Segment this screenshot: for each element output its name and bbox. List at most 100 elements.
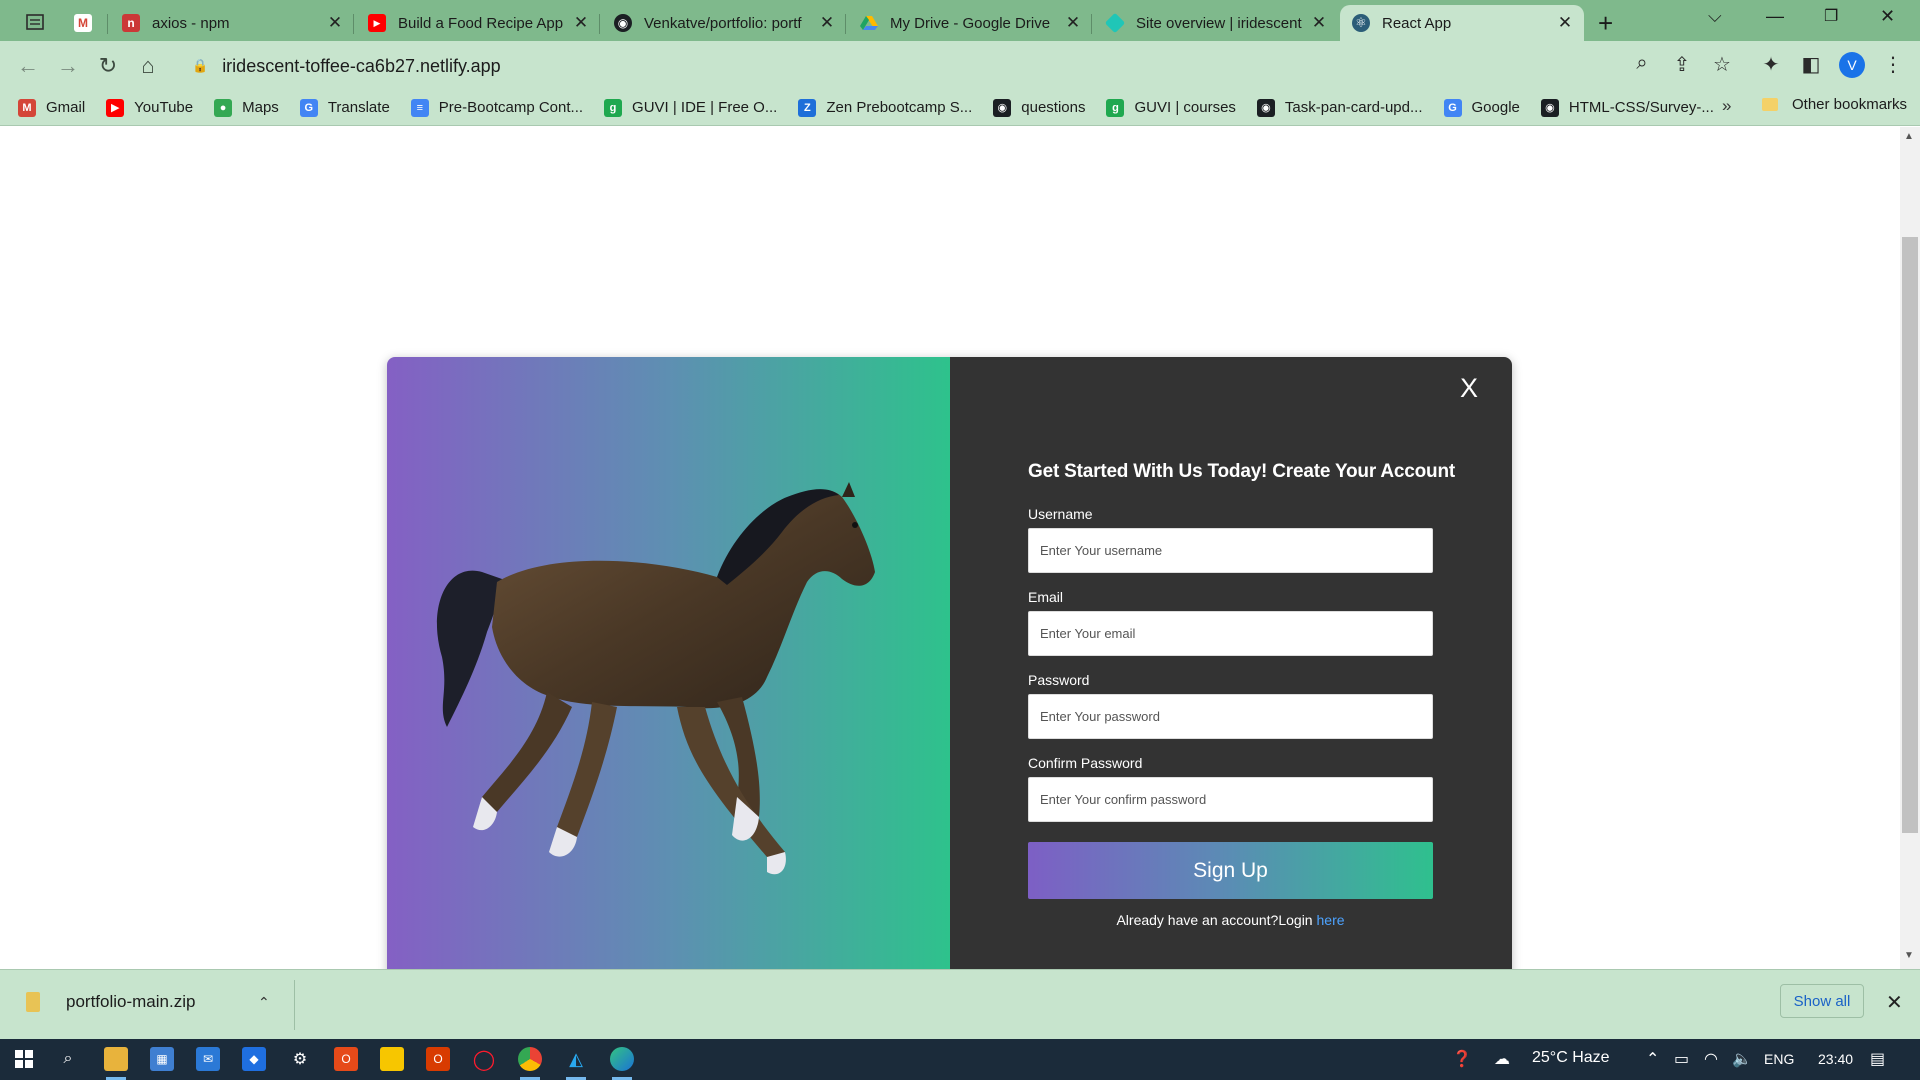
language-indicator[interactable]: ENG: [1764, 1051, 1794, 1067]
tab-search-icon[interactable]: [18, 9, 52, 35]
zoom-icon[interactable]: ⌕: [1629, 52, 1655, 75]
bookmark-item[interactable]: ≡ Pre-Bootcamp Cont...: [410, 98, 583, 117]
github-icon: ◉: [1540, 98, 1559, 117]
mail-icon[interactable]: ✉: [196, 1047, 220, 1071]
tab-portfolio-github[interactable]: ◉ Venkatve/portfolio: portf ✕: [602, 5, 846, 41]
guvi-icon: g: [1106, 98, 1125, 117]
close-download-bar-icon[interactable]: ✕: [1886, 990, 1903, 1015]
tab-netlify[interactable]: Site overview | iridescent ✕: [1094, 5, 1338, 41]
side-panel-icon[interactable]: ◧: [1798, 52, 1824, 77]
other-bookmarks-button[interactable]: Other bookmarks: [1762, 96, 1907, 113]
bookmark-item[interactable]: g GUVI | IDE | Free O...: [604, 98, 778, 117]
docs-icon: ≡: [410, 98, 429, 117]
notifications-icon[interactable]: ▤: [1870, 1049, 1885, 1069]
horse-illustration: [436, 482, 875, 875]
clock[interactable]: 23:40: [1818, 1051, 1853, 1067]
show-all-button[interactable]: Show all: [1780, 984, 1864, 1018]
profile-avatar[interactable]: V: [1839, 52, 1865, 78]
forward-button[interactable]: →: [55, 53, 81, 79]
home-button[interactable]: ⌂: [135, 53, 161, 79]
tab-google-drive[interactable]: My Drive - Google Drive ✕: [848, 5, 1092, 41]
address-bar[interactable]: 🔒 iridescent-toffee-ca6b27.netlify.app: [176, 46, 1736, 86]
bookmark-star-icon[interactable]: ☆: [1709, 52, 1735, 77]
bookmark-item[interactable]: Z Zen Prebootcamp S...: [798, 98, 972, 117]
office-alt-icon[interactable]: O: [426, 1047, 450, 1071]
bookmark-item[interactable]: g GUVI | courses: [1106, 98, 1236, 117]
tab-react-app[interactable]: ⚛ React App ✕: [1340, 5, 1584, 41]
email-label: Email: [1028, 589, 1064, 605]
github-icon: ◉: [614, 14, 632, 32]
office-icon[interactable]: O: [334, 1047, 358, 1071]
email-input[interactable]: [1028, 611, 1433, 656]
maps-icon: ●: [214, 98, 233, 117]
store-icon[interactable]: ▦: [150, 1047, 174, 1071]
close-tab-icon[interactable]: ✕: [572, 13, 590, 33]
close-tab-icon[interactable]: ✕: [1064, 13, 1082, 33]
browser-toolbar: ← → ↻ ⌂ 🔒 iridescent-toffee-ca6b27.netli…: [0, 41, 1920, 90]
share-icon[interactable]: ⇪: [1669, 52, 1695, 77]
back-button[interactable]: ←: [15, 53, 41, 79]
netlify-icon: [1104, 12, 1126, 34]
drive-icon: [860, 14, 878, 32]
page-content: X Get Started With Us Today! Create Your…: [0, 127, 1900, 1032]
sticky-notes-icon[interactable]: [380, 1047, 404, 1071]
zip-file-icon: [26, 992, 40, 1012]
vscode-icon[interactable]: ◭: [564, 1047, 588, 1071]
file-explorer-icon[interactable]: [104, 1047, 128, 1071]
scrollbar-thumb[interactable]: [1902, 237, 1918, 833]
confirm-password-input[interactable]: [1028, 777, 1433, 822]
bookmark-item[interactable]: M Gmail: [18, 98, 85, 117]
github-icon: ◉: [1256, 98, 1275, 117]
opera-icon[interactable]: ◯: [472, 1047, 496, 1071]
tab-list-chevron-icon[interactable]: ⌵: [1708, 6, 1722, 27]
close-tab-icon[interactable]: ✕: [1556, 13, 1574, 33]
bookmark-label: GUVI | IDE | Free O...: [632, 99, 778, 116]
bookmark-item[interactable]: ▶ YouTube: [106, 98, 193, 117]
windows-start-icon[interactable]: [12, 1047, 36, 1071]
bookmark-item[interactable]: ◉ questions: [993, 98, 1085, 117]
dropbox-icon[interactable]: ◆: [242, 1047, 266, 1071]
settings-gear-icon[interactable]: ⚙: [288, 1047, 312, 1071]
new-tab-button[interactable]: +: [1598, 8, 1613, 39]
chevron-up-icon[interactable]: ⌃: [258, 994, 270, 1011]
translate-icon: G: [299, 98, 318, 117]
bookmark-item[interactable]: G Translate: [299, 98, 390, 117]
tray-chevron-icon[interactable]: ⌃: [1646, 1049, 1659, 1069]
bookmarks-bar: M Gmail ▶ YouTube ● Maps G Translate ≡ Pre-Bootca…: [0, 90, 1920, 126]
bookmark-item[interactable]: ● Maps: [214, 98, 279, 117]
tab-axios-npm[interactable]: n axios - npm ✕: [110, 5, 354, 41]
weather-text[interactable]: 25°C Haze: [1532, 1049, 1610, 1067]
scroll-up-arrow-icon[interactable]: ▲: [1904, 131, 1914, 142]
reload-button[interactable]: ↻: [95, 53, 121, 79]
chrome-icon[interactable]: [518, 1047, 542, 1071]
close-tab-icon[interactable]: ✕: [326, 13, 344, 33]
bookmark-item[interactable]: ◉ Task-pan-card-upd...: [1256, 98, 1423, 117]
minimize-button[interactable]: —: [1766, 6, 1784, 27]
tab-food-recipe[interactable]: ▶ Build a Food Recipe App ✕: [356, 5, 600, 41]
search-icon[interactable]: ⌕: [56, 1047, 80, 1071]
bookmark-item[interactable]: ◉ HTML-CSS/Survey-...: [1540, 98, 1714, 117]
close-window-button[interactable]: ✕: [1880, 6, 1895, 27]
help-icon[interactable]: ❓: [1452, 1049, 1472, 1069]
close-tab-icon[interactable]: ✕: [1310, 13, 1328, 33]
wifi-icon[interactable]: ◠: [1704, 1049, 1718, 1069]
close-tab-icon[interactable]: ✕: [818, 13, 836, 33]
menu-icon[interactable]: ⋮: [1880, 52, 1906, 77]
react-icon: ⚛: [1352, 14, 1370, 32]
more-bookmarks-button[interactable]: »: [1722, 96, 1731, 116]
battery-icon[interactable]: ▭: [1674, 1049, 1689, 1069]
tab-gmail[interactable]: M: [62, 5, 108, 41]
extensions-icon[interactable]: ✦: [1758, 52, 1784, 77]
volume-icon[interactable]: 🔈: [1732, 1049, 1752, 1069]
bookmark-item[interactable]: G Google: [1443, 98, 1520, 117]
close-modal-button[interactable]: X: [1460, 373, 1478, 404]
username-input[interactable]: [1028, 528, 1433, 573]
edge-icon[interactable]: [610, 1047, 634, 1071]
windows-taskbar: ⌕ ▦ ✉ ◆ ⚙ O O ◯ ◭ ❓ ☁ 25°C Haze ⌃ ▭ ◠ 🔈 …: [0, 1039, 1920, 1080]
scroll-down-arrow-icon[interactable]: ▼: [1904, 950, 1914, 961]
password-input[interactable]: [1028, 694, 1433, 739]
download-item[interactable]: portfolio-main.zip: [26, 992, 195, 1012]
sign-up-button[interactable]: Sign Up: [1028, 842, 1433, 899]
restore-button[interactable]: ❐: [1824, 6, 1838, 26]
login-link[interactable]: here: [1317, 912, 1345, 928]
